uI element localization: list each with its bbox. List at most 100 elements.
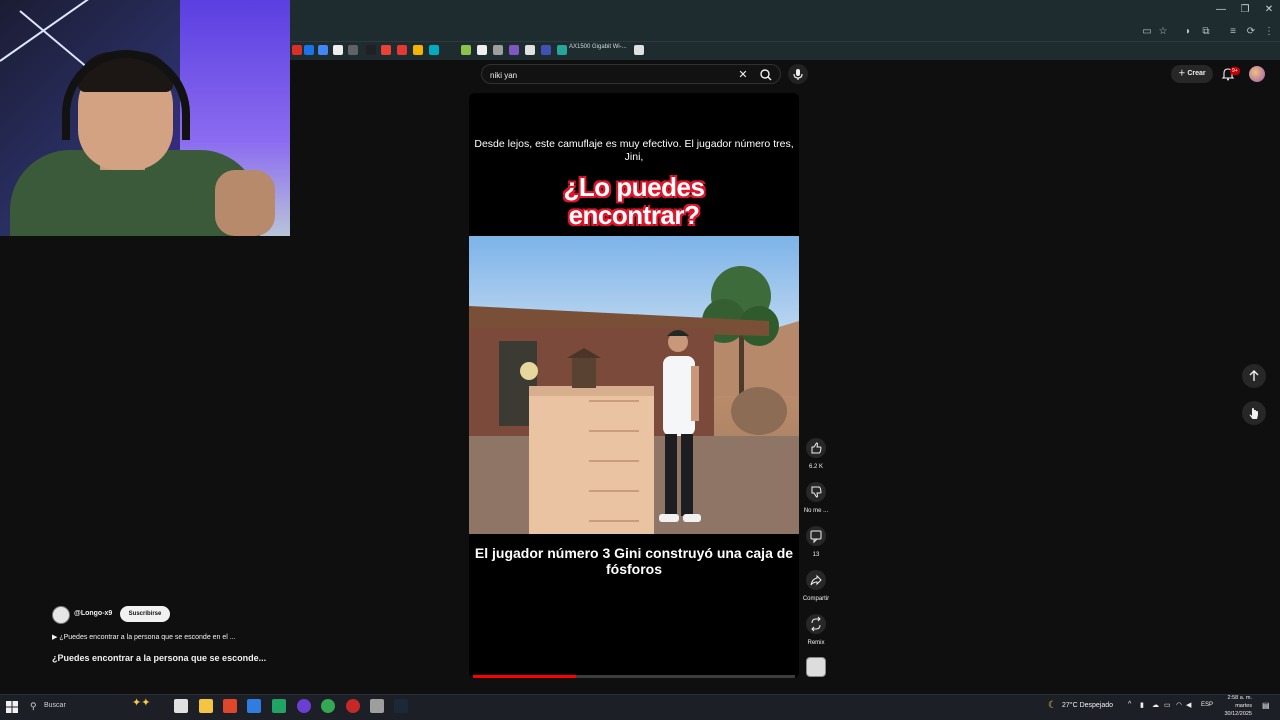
description-text: ¿Puedes encontrar a la persona que se es… — [59, 634, 236, 641]
next-video-button[interactable] — [1242, 401, 1266, 425]
bookmark-icon[interactable] — [381, 45, 391, 55]
video-caption-bottom: El jugador número 3 Gini construyó una c… — [474, 545, 794, 577]
file-explorer-icon[interactable] — [199, 699, 213, 713]
search-box[interactable]: ✕ — [481, 64, 781, 84]
thumbs-up-icon — [811, 442, 822, 454]
thumbs-down-icon — [811, 486, 822, 498]
shorts-video-player[interactable]: Desde lejos, este camuflaje es muy efect… — [469, 93, 799, 678]
previous-video-button[interactable] — [1242, 364, 1266, 388]
cloud-icon[interactable]: ☁ — [1152, 701, 1159, 709]
bookmark-icon[interactable] — [493, 45, 503, 55]
sync-icon[interactable]: ⟳ — [1244, 25, 1258, 39]
bookmark-icon[interactable] — [397, 45, 407, 55]
bookmark-icon[interactable] — [525, 45, 535, 55]
weather-widget[interactable]: 27°C Despejado — [1062, 702, 1113, 709]
video-progress-bar[interactable] — [473, 675, 795, 678]
windows-start-icon[interactable] — [6, 700, 18, 713]
title-overlay-line2: encontrar? — [568, 200, 700, 230]
share-button[interactable] — [806, 570, 826, 590]
mic-tray-icon[interactable]: ▮ — [1140, 701, 1144, 709]
dislike-label: No me ... — [803, 508, 829, 514]
taskbar-clock[interactable]: 2:58 a. m. martes 30/12/2025 — [1212, 694, 1252, 718]
obs-icon[interactable] — [297, 699, 311, 713]
menu-icon[interactable]: ⋮ — [1262, 25, 1276, 39]
video-caption-top: Desde lejos, este camuflaje es muy efect… — [474, 138, 794, 163]
task-view-icon[interactable] — [174, 699, 188, 713]
minimize-button[interactable]: — — [1210, 2, 1232, 18]
taskbar-search-label[interactable]: Buscar — [44, 702, 66, 709]
comment-icon — [810, 530, 822, 544]
sound-thumbnail[interactable] — [806, 657, 826, 677]
notification-badge: 9+ — [1230, 67, 1240, 75]
clock-day: martes — [1235, 703, 1252, 709]
create-button[interactable]: ＋ Crear — [1171, 65, 1213, 83]
video-title[interactable]: ¿Puedes encontrar a la persona que se es… — [52, 653, 266, 663]
bookmark-star-icon[interactable]: ☆ — [1156, 25, 1170, 39]
webcam-overlay — [0, 0, 290, 236]
bookmark-icon[interactable] — [634, 45, 644, 55]
bookmark-icon[interactable] — [477, 45, 487, 55]
search-icon[interactable] — [758, 67, 774, 83]
remix-icon — [811, 616, 821, 632]
bookmark-icon[interactable] — [541, 45, 551, 55]
dislike-button[interactable] — [806, 482, 826, 502]
bookmark-icon[interactable] — [304, 45, 314, 55]
extension-icon[interactable]: ◗ — [1181, 25, 1195, 39]
clock-time: 2:58 a. m. — [1227, 695, 1252, 701]
taskbar-search-icon[interactable]: ⚲ — [30, 701, 40, 711]
bookmark-icon[interactable] — [366, 45, 376, 55]
share-label: Compartir — [802, 596, 830, 602]
bookmark-icon[interactable] — [461, 45, 471, 55]
moon-weather-icon: ☾ — [1048, 700, 1057, 711]
mic-icon[interactable] — [788, 64, 808, 84]
title-overlay-line1: ¿Lo puedes — [563, 172, 705, 202]
bookmark-icon[interactable] — [429, 45, 439, 55]
like-button[interactable] — [806, 438, 826, 458]
comments-count: 13 — [812, 552, 820, 558]
copilot-sparkle-icon[interactable]: ✦✦ — [132, 696, 162, 710]
create-label: Crear — [1187, 70, 1206, 77]
app-icon[interactable] — [247, 699, 261, 713]
close-window-button[interactable]: ✕ — [1258, 2, 1280, 18]
maximize-button[interactable]: ❐ — [1234, 2, 1256, 18]
hand-cursor-icon — [1249, 408, 1258, 419]
video-frame — [469, 236, 799, 534]
steam-icon[interactable] — [394, 699, 408, 713]
chrome-icon[interactable] — [321, 699, 335, 713]
channel-handle[interactable]: @Longo-x9 — [74, 610, 112, 617]
monitor-icon[interactable]: ▭ — [1164, 701, 1171, 709]
clear-search-icon[interactable]: ✕ — [735, 67, 751, 83]
search-input[interactable] — [490, 68, 730, 82]
volume-icon[interactable]: ◀ — [1186, 701, 1191, 709]
tray-chevron-icon[interactable]: ^ — [1128, 701, 1131, 708]
bookmark-icon[interactable] — [333, 45, 343, 55]
remix-button[interactable] — [806, 614, 826, 634]
video-progress-fill — [473, 675, 577, 678]
comments-button[interactable] — [806, 526, 826, 546]
like-count: 6.2 K — [808, 464, 823, 470]
bookmark-label[interactable]: AX1500 Gigabit Wi-... — [569, 44, 627, 50]
bookmark-icon[interactable] — [509, 45, 519, 55]
spreadsheet-icon[interactable] — [272, 699, 286, 713]
notification-center-icon[interactable]: ▤ — [1262, 701, 1270, 710]
share-icon — [810, 574, 822, 586]
bookmark-icon[interactable] — [318, 45, 328, 55]
app-icon[interactable] — [346, 699, 360, 713]
profile-icon[interactable]: ≡ — [1226, 25, 1240, 39]
settings-icon[interactable] — [370, 699, 384, 713]
channel-avatar[interactable] — [52, 606, 70, 624]
bookmark-icon[interactable] — [292, 45, 302, 55]
remix-label: Remix — [807, 640, 825, 646]
cast-icon[interactable]: ▭ — [1140, 25, 1154, 39]
arrow-up-icon — [1249, 370, 1259, 381]
extensions-puzzle-icon[interactable]: ⧉ — [1199, 25, 1213, 39]
account-avatar[interactable] — [1249, 66, 1265, 82]
headset-icon[interactable]: ◠ — [1176, 701, 1182, 709]
bookmark-icon[interactable] — [557, 45, 567, 55]
brave-browser-icon[interactable] — [223, 699, 237, 713]
video-description[interactable]: ▶ ¿Puedes encontrar a la persona que se … — [52, 633, 236, 641]
bookmark-icon[interactable] — [348, 45, 358, 55]
subscribe-button[interactable]: Suscribirse — [120, 606, 170, 622]
clock-date: 30/12/2025 — [1224, 711, 1252, 717]
bookmark-icon[interactable] — [413, 45, 423, 55]
